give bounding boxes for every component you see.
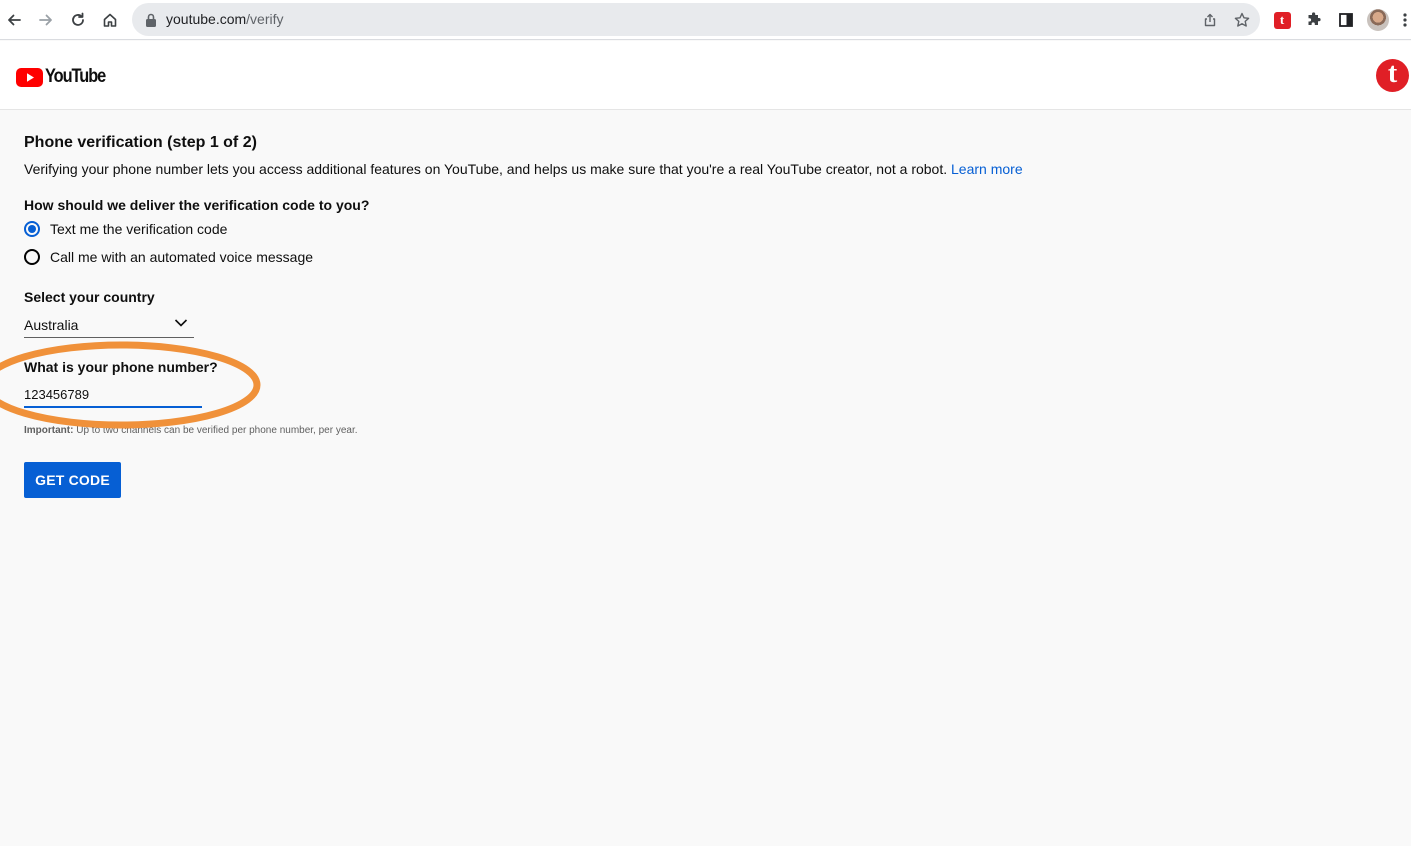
page-title: Phone verification (step 1 of 2) [24,134,257,151]
extension-t-button[interactable]: t [1270,8,1294,32]
option-label: Call me with an automated voice message [50,249,314,265]
profile-button[interactable] [1366,8,1390,32]
delivery-question: How should we deliver the verification c… [24,197,370,213]
side-panel-button[interactable] [1334,8,1358,32]
important-prefix: Important: [24,425,74,436]
arrow-right-icon [39,14,52,26]
profile-avatar [1367,9,1389,31]
important-text: Up to two channels can be verified per p… [73,425,358,436]
important-note: Important: Up to two channels can be ver… [24,425,358,436]
get-code-button[interactable]: GET CODE [24,462,121,498]
lock-icon [146,13,156,27]
puzzle-icon [1308,12,1321,25]
forward-button[interactable] [32,6,60,34]
bookmark-button[interactable] [1232,10,1252,30]
page-description: Verifying your phone number lets you acc… [24,161,1023,177]
youtube-play-icon [16,67,43,87]
reload-button[interactable] [64,6,92,34]
phone-label: What is your phone number? [24,359,218,375]
learn-more-link[interactable]: Learn more [951,161,1023,177]
country-select[interactable]: Australia [24,314,194,338]
radio-voice-call[interactable] [24,249,40,265]
phone-number-value: 123456789 [24,387,90,402]
browser-toolbar: youtube.com/verify t [0,0,1411,40]
youtube-logo[interactable]: YouTube [16,66,115,88]
youtube-header: YouTube t [0,41,1411,110]
extension-t-icon: t [1273,11,1291,29]
home-icon [103,13,117,27]
phone-number-input[interactable]: 123456789 [24,385,202,408]
option-text-message[interactable]: Text me the verification code [24,220,227,238]
account-avatar[interactable]: t [1376,59,1409,92]
star-icon [1234,12,1250,27]
share-button[interactable] [1200,10,1220,30]
extensions-button[interactable] [1302,8,1326,32]
country-value: Australia [24,317,79,333]
radio-text-message[interactable] [24,221,40,237]
option-voice-call[interactable]: Call me with an automated voice message [24,248,313,266]
address-bar[interactable]: youtube.com/verify [132,3,1260,36]
back-button[interactable] [0,6,28,34]
menu-button[interactable] [1398,8,1411,32]
option-label: Text me the verification code [50,221,228,237]
chevron-down-icon [174,319,188,327]
country-label: Select your country [24,289,155,305]
more-vert-icon [1402,13,1407,27]
youtube-logo-text: YouTube [45,66,106,87]
arrow-left-icon [8,14,21,26]
url-text: youtube.com/verify [166,11,284,27]
share-icon [1204,13,1216,27]
home-button[interactable] [96,6,124,34]
side-panel-icon [1339,13,1353,27]
reload-icon [72,12,84,26]
description-text: Verifying your phone number lets you acc… [24,161,952,177]
